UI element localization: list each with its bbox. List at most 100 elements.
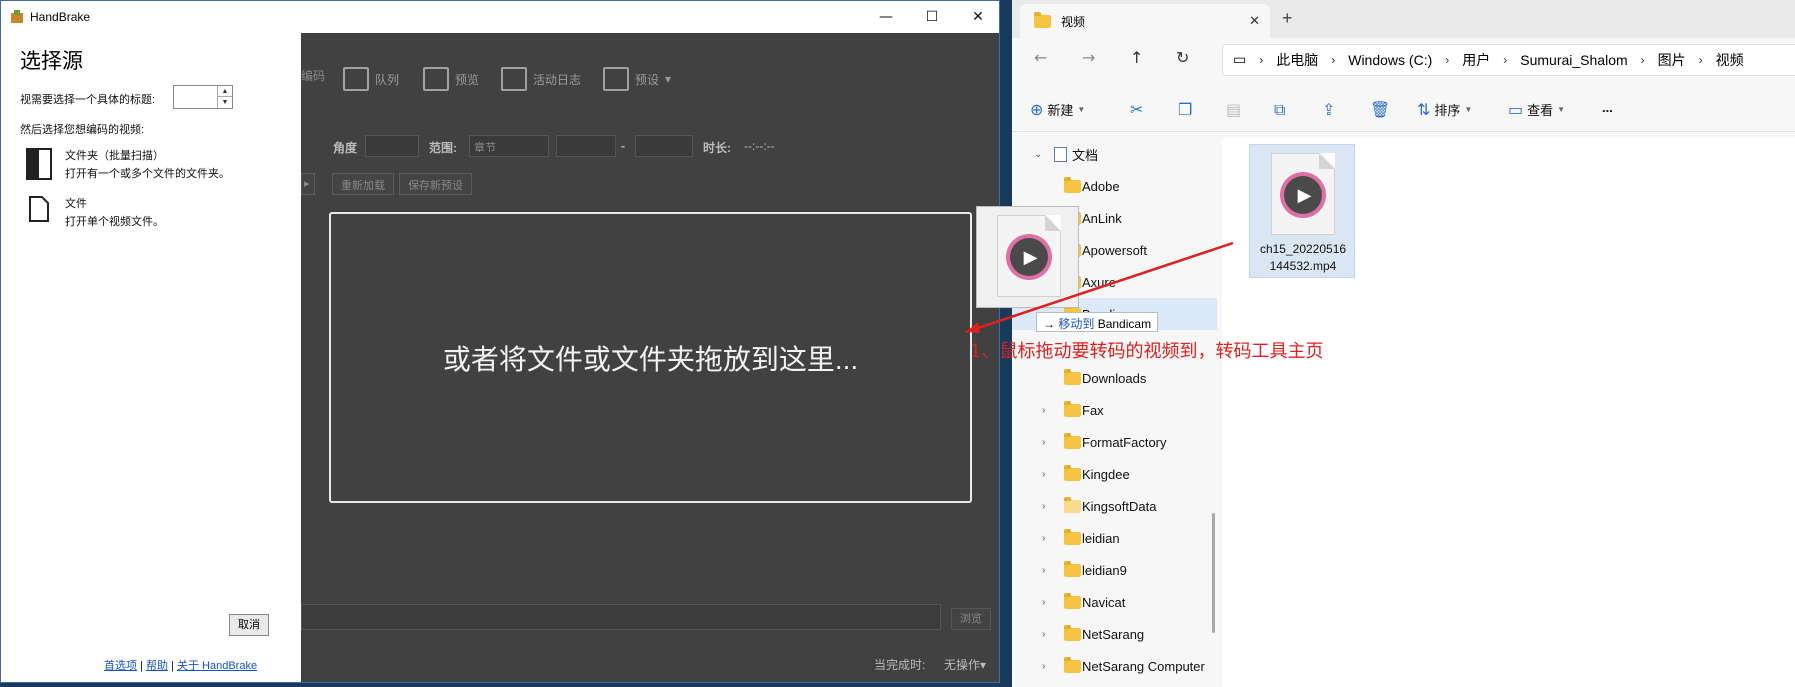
nav-item-leidian9[interactable]: › leidian9 <box>1012 554 1217 586</box>
crumb-this-pc[interactable]: 此电脑 <box>1276 50 1318 70</box>
toolbar-queue[interactable]: 队列 <box>343 67 399 91</box>
monitor-icon: ▭ <box>1233 52 1247 68</box>
range-start-select[interactable] <box>556 135 616 157</box>
nav-scrollbar[interactable] <box>1212 513 1215 633</box>
nav-item-adobe[interactable]: Adobe <box>1012 170 1217 202</box>
nav-item-navicat[interactable]: › Navicat <box>1012 586 1217 618</box>
file-item-video[interactable]: ▶ ch15_20220516 144532.mp4 <box>1249 144 1355 278</box>
handbrake-window: HandBrake — ☐ ✕ 编码 队列 预览 活动日志 预设 ▾ 角度 范围:… <box>0 0 1000 683</box>
folder-icon <box>1064 496 1081 513</box>
view-label: 查看 <box>1527 103 1554 118</box>
close-button[interactable]: ✕ <box>955 1 999 33</box>
crumb-pictures[interactable]: 图片 <box>1658 50 1686 70</box>
about-link[interactable]: 关于 HandBrake <box>177 660 257 672</box>
crumb-windows-c[interactable]: Windows (C:) <box>1348 52 1432 68</box>
folder-icon <box>1064 432 1081 449</box>
reload-button[interactable]: 重新加载 <box>332 173 394 195</box>
drag-tooltip: → 移动到 Bandicam <box>1036 312 1159 332</box>
new-tab-icon[interactable]: + <box>1282 8 1293 29</box>
chevron-right-icon: › <box>1042 596 1046 608</box>
refresh-icon[interactable]: ↻ <box>1176 48 1189 67</box>
spinner-buttons[interactable]: ▲ ▼ <box>217 86 232 108</box>
activity-log-icon <box>501 67 527 91</box>
toolbar-encode[interactable]: 编码 <box>301 67 325 84</box>
folder-icon <box>1064 592 1081 609</box>
forward-icon[interactable]: → <box>1082 48 1095 67</box>
nav-item-kingsoftdata[interactable]: › KingsoftData <box>1012 490 1217 522</box>
handbrake-app-icon <box>10 10 24 24</box>
sort-icon: ⇅ <box>1417 100 1431 119</box>
crumb-users[interactable]: 用户 <box>1462 50 1490 70</box>
share-button[interactable]: ⇪ <box>1322 100 1335 119</box>
crumb-user[interactable]: Sumurai_Shalom <box>1520 52 1627 68</box>
chevron-right-icon: › <box>1042 532 1046 544</box>
tab-title: 视频 <box>1061 14 1086 29</box>
range-label: 范围: <box>429 141 457 155</box>
rename-button[interactable]: ⧉ <box>1274 100 1285 120</box>
crumb-separator: › <box>1331 53 1336 67</box>
close-tab-icon[interactable]: ✕ <box>1249 13 1260 29</box>
maximize-button[interactable]: ☐ <box>909 1 955 33</box>
when-done-select[interactable]: 无操作▾ <box>944 656 986 673</box>
chevron-down-icon: ▼ <box>1077 105 1086 114</box>
range-dash: - <box>621 139 625 153</box>
paste-button[interactable]: ▤ <box>1226 100 1241 119</box>
command-bar: ⊕ 新建 ▼ ✂ ❐ ▤ ⧉ ⇪ 🗑 ⇅ 排序 ▼ ▭ 查看 ▼ ... <box>1012 88 1795 132</box>
chevron-right-icon: › <box>1042 564 1046 576</box>
prev-button[interactable]: ▸ <box>301 173 315 195</box>
help-link[interactable]: 帮助 <box>146 660 168 672</box>
nav-item-fax[interactable]: › Fax <box>1012 394 1217 426</box>
nav-item-downloads[interactable]: Downloads <box>1012 362 1217 394</box>
nav-item-netsarang-computer[interactable]: › NetSarang Computer <box>1012 650 1217 682</box>
nav-item-documents[interactable]: ⌄ 文档 <box>1012 138 1217 170</box>
folder-icon <box>1064 624 1081 641</box>
cut-button[interactable]: ✂ <box>1130 100 1143 119</box>
spin-up-icon[interactable]: ▲ <box>218 86 232 97</box>
title-spinner[interactable]: ▲ ▼ <box>173 85 233 109</box>
new-button[interactable]: ⊕ 新建 ▼ <box>1030 100 1085 119</box>
nav-item-kingdee[interactable]: › Kingdee <box>1012 458 1217 490</box>
crumb-separator: › <box>1259 53 1264 67</box>
view-button[interactable]: ▭ 查看 ▼ <box>1508 100 1565 119</box>
toolbar-queue-label: 队列 <box>375 72 400 87</box>
preferences-link[interactable]: 首选项 <box>104 660 137 672</box>
tab-videos[interactable]: 视频 ✕ <box>1020 4 1270 38</box>
back-icon[interactable]: ← <box>1034 48 1047 67</box>
file-option[interactable]: 文件 打开单个视频文件。 <box>25 195 164 229</box>
destination-field[interactable] <box>301 604 941 630</box>
toolbar-preview-label: 预览 <box>455 72 480 87</box>
nav-item-formatfactory[interactable]: › FormatFactory <box>1012 426 1217 458</box>
browse-button[interactable]: 浏览 <box>951 608 991 630</box>
more-button[interactable]: ... <box>1602 100 1613 115</box>
add-icon: ⊕ <box>1030 100 1044 119</box>
drop-zone[interactable]: 或者将文件或文件夹拖放到这里... <box>329 212 972 503</box>
duration-value: --:--:-- <box>744 139 775 153</box>
handbrake-titlebar: HandBrake — ☐ ✕ <box>1 1 999 33</box>
nav-label: Axure <box>1082 274 1116 290</box>
spin-down-icon[interactable]: ▼ <box>218 97 232 108</box>
range-select[interactable]: 章节 <box>469 135 549 157</box>
copy-button[interactable]: ❐ <box>1178 100 1192 119</box>
document-icon <box>1054 146 1067 162</box>
toolbar-preview[interactable]: 预览 <box>423 67 479 91</box>
toolbar-activity-log[interactable]: 活动日志 <box>501 67 581 91</box>
address-breadcrumb[interactable]: ▭ › 此电脑 › Windows (C:) › 用户 › Sumurai_Shalom… <box>1222 44 1795 76</box>
crumb-videos[interactable]: 视频 <box>1716 50 1744 70</box>
minimize-button[interactable]: — <box>863 1 909 33</box>
paste-icon: ▤ <box>1226 100 1242 119</box>
toolbar-presets[interactable]: 预设 ▾ <box>603 67 671 91</box>
angle-select[interactable] <box>365 135 419 157</box>
file-pane: ▶ ch15_20220516 144532.mp4 <box>1222 138 1795 687</box>
sort-button[interactable]: ⇅ 排序 ▼ <box>1417 100 1472 119</box>
folder-option[interactable]: 文件夹（批量扫描） 打开有一个或多个文件的文件夹。 <box>25 147 230 181</box>
source-heading: 选择源 <box>20 50 83 73</box>
nav-item-leidian[interactable]: › leidian <box>1012 522 1217 554</box>
save-preset-button[interactable]: 保存新预设 <box>399 173 472 195</box>
range-end-select[interactable] <box>635 135 693 157</box>
delete-button[interactable]: 🗑 <box>1370 100 1390 119</box>
cancel-button[interactable]: 取消 <box>229 614 269 636</box>
toolbar-encode-label: 编码 <box>301 69 326 83</box>
nav-item-netsarang[interactable]: › NetSarang <box>1012 618 1217 650</box>
up-icon[interactable]: ↑ <box>1130 48 1143 67</box>
nav-label: 文档 <box>1072 147 1099 163</box>
